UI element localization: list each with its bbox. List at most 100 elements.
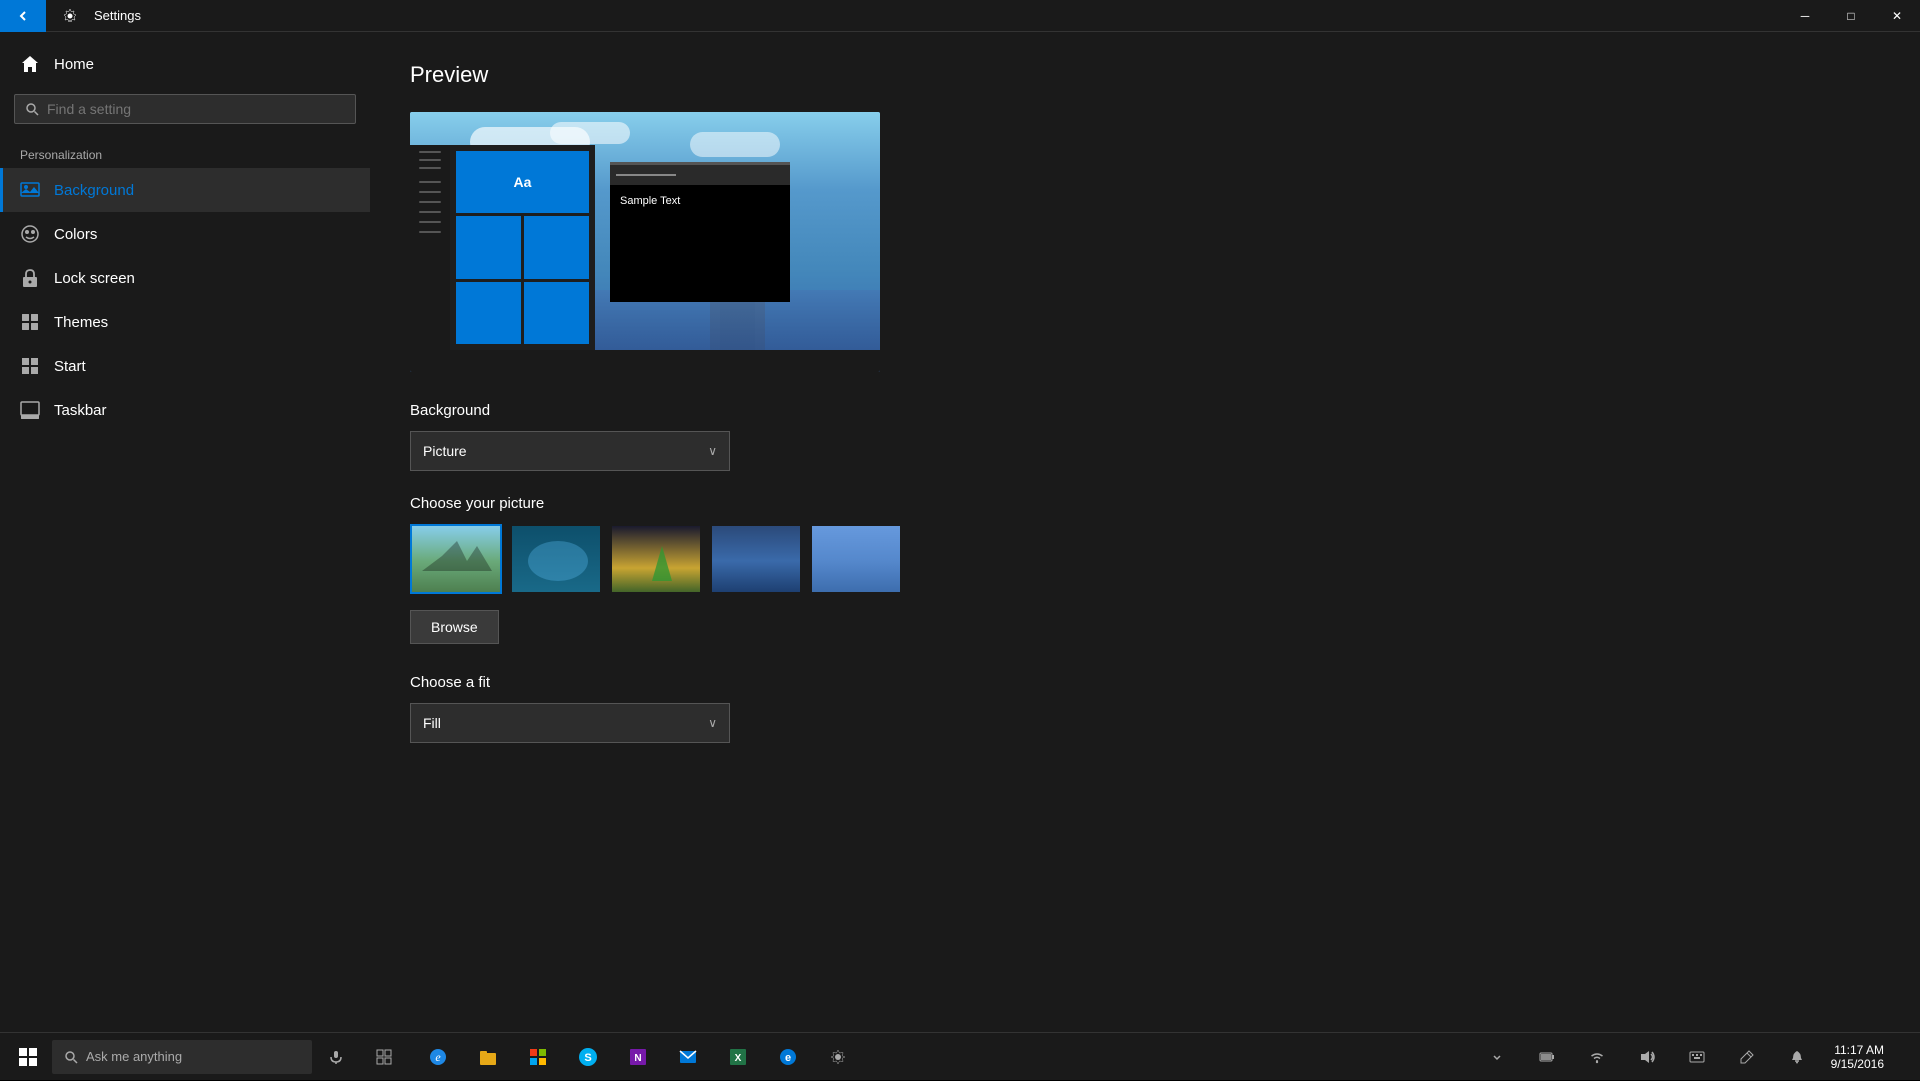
background-dropdown-arrow: ∨ (708, 444, 717, 458)
thumb-img-3 (612, 526, 700, 592)
sidebar-colors-label: Colors (54, 226, 97, 243)
menu-line-2 (419, 159, 441, 161)
sidebar-search-box[interactable] (14, 94, 356, 124)
background-selected: Picture (423, 443, 467, 459)
thumbnail-4[interactable] (710, 524, 802, 594)
sidebar: Home Personalization Background (0, 32, 370, 1032)
speaker-icon[interactable] (1623, 1033, 1671, 1081)
thumb-img-5 (812, 526, 900, 592)
sidebar-item-taskbar[interactable]: Taskbar (0, 388, 370, 432)
svg-text:X: X (735, 1053, 742, 1064)
taskbar-app-ie[interactable]: e (414, 1033, 462, 1081)
tile-wide: Aa (456, 151, 589, 213)
cloud-3 (690, 132, 780, 157)
thumbnails-row (410, 524, 1880, 594)
preview-dialog: Sample Text (610, 162, 790, 302)
taskbar-app-store[interactable] (514, 1033, 562, 1081)
show-desktop-button[interactable] (1894, 1033, 1910, 1081)
browse-button[interactable]: Browse (410, 610, 499, 644)
battery-icon[interactable] (1523, 1033, 1571, 1081)
preview-dialog-text: Sample Text (610, 185, 790, 217)
fit-dropdown[interactable]: Fill ∨ (410, 703, 730, 743)
taskbar-app-mail[interactable] (664, 1033, 712, 1081)
task-view-button[interactable] (360, 1033, 408, 1081)
system-tray: 11:17 AM 9/15/2016 (1473, 1033, 1916, 1081)
sidebar-item-home[interactable]: Home (0, 42, 370, 86)
taskbar-app-excel[interactable]: X (714, 1033, 762, 1081)
taskbar-app-explorer[interactable] (464, 1033, 512, 1081)
thumbnail-3[interactable] (610, 524, 702, 594)
sidebar-background-label: Background (54, 182, 134, 199)
tray-overflow-button[interactable] (1473, 1033, 1521, 1081)
wifi-icon[interactable] (1573, 1033, 1621, 1081)
sidebar-item-start[interactable]: Start (0, 344, 370, 388)
svg-text:N: N (634, 1053, 641, 1064)
menu-line-3 (419, 167, 441, 169)
svg-text:e: e (435, 1050, 441, 1064)
choose-fit-label: Choose a fit (410, 674, 1880, 691)
taskbar-time: 11:17 AM (1834, 1043, 1884, 1057)
tile-4 (524, 282, 589, 344)
settings-icon (54, 0, 86, 32)
background-section-label: Background (410, 402, 1880, 419)
sidebar-taskbar-label: Taskbar (54, 402, 107, 419)
pen-icon[interactable] (1723, 1033, 1771, 1081)
taskbar-app-skype[interactable]: S (564, 1033, 612, 1081)
sidebar-item-background[interactable]: Background (0, 168, 370, 212)
cloud-2 (550, 122, 630, 144)
preview-start-left (410, 145, 450, 350)
sidebar-start-label: Start (54, 358, 86, 375)
taskbar-app-settings[interactable] (814, 1033, 862, 1081)
preview-dialog-titlebar (610, 165, 790, 185)
content-area: Preview (370, 32, 1920, 1032)
thumb-img-4 (712, 526, 800, 592)
preview-tiles: Aa (450, 145, 595, 350)
taskbar-app-ie2[interactable]: e (764, 1033, 812, 1081)
sidebar-themes-label: Themes (54, 314, 108, 331)
close-button[interactable]: ✕ (1874, 0, 1920, 32)
sidebar-item-colors[interactable]: Colors (0, 212, 370, 256)
taskbar-date: 9/15/2016 (1831, 1057, 1884, 1071)
taskbar-app-onenote[interactable]: N (614, 1033, 662, 1081)
choose-picture-label: Choose your picture (410, 495, 1880, 512)
microphone-button[interactable] (312, 1033, 360, 1081)
search-input[interactable] (47, 101, 345, 117)
sidebar-item-lockscreen[interactable]: Lock screen (0, 256, 370, 300)
menu-line-1 (419, 151, 441, 153)
thumbnail-1[interactable] (410, 524, 502, 594)
sidebar-lockscreen-label: Lock screen (54, 270, 135, 287)
preview-start-menu: Aa (410, 145, 595, 350)
taskbar-clock[interactable]: 11:17 AM 9/15/2016 (1823, 1043, 1892, 1071)
preview-desktop: Aa Sample Text (410, 112, 880, 372)
aa-text: Aa (514, 174, 532, 190)
tile-3 (456, 282, 521, 344)
home-label: Home (54, 56, 94, 73)
sidebar-item-themes[interactable]: Themes (0, 300, 370, 344)
main-window: Home Personalization Background (0, 32, 1920, 1032)
tile-2 (524, 216, 589, 278)
minimize-button[interactable]: ─ (1782, 0, 1828, 32)
dialog-title-line (616, 174, 676, 176)
content-title: Preview (410, 62, 1880, 88)
sidebar-category: Personalization (0, 140, 370, 168)
back-button[interactable] (0, 0, 46, 32)
thumbnail-2[interactable] (510, 524, 602, 594)
notification-icon[interactable] (1773, 1033, 1821, 1081)
thumb-img-1 (412, 526, 500, 592)
tile-1 (456, 216, 521, 278)
taskbar-search-text: Ask me anything (86, 1049, 182, 1064)
taskbar: Ask me anything e (0, 1032, 1920, 1080)
keyboard-icon[interactable] (1673, 1033, 1721, 1081)
preview-area: Aa Sample Text (410, 112, 880, 372)
preview-taskbar (410, 350, 880, 372)
fit-dropdown-arrow: ∨ (708, 716, 717, 730)
svg-text:S: S (584, 1052, 591, 1064)
start-button[interactable] (4, 1033, 52, 1081)
svg-text:e: e (785, 1052, 791, 1064)
thumb-img-2 (512, 526, 600, 592)
maximize-button[interactable]: □ (1828, 0, 1874, 32)
taskbar-search[interactable]: Ask me anything (52, 1040, 312, 1074)
thumbnail-5[interactable] (810, 524, 902, 594)
background-dropdown[interactable]: Picture ∨ (410, 431, 730, 471)
fit-selected: Fill (423, 715, 441, 731)
